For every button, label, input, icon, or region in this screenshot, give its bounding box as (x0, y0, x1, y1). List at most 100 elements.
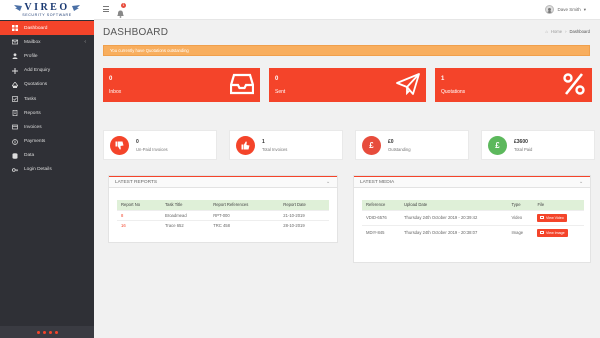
media-type: Video (507, 209, 534, 225)
main-content: DASHBOARD ⌂ Home › Dashboard You current… (94, 20, 600, 338)
sidebar-item-label: Dashboard (24, 25, 48, 31)
breadcrumb-home[interactable]: Home (551, 29, 562, 34)
dashboard-icon (12, 25, 18, 32)
inbox-icon (230, 73, 254, 95)
unpaid-invoices-card[interactable]: 0 Un-Paid Invoices (103, 130, 217, 160)
sidebar-item-reports[interactable]: Reports (0, 106, 94, 120)
inbox-card[interactable]: 0 Inbox (103, 68, 260, 102)
report-date: 21-10-2019 (279, 209, 329, 220)
inbox-count: 0 (109, 76, 113, 82)
data-icon (12, 152, 18, 159)
table-row[interactable]: 16 Trace 652 TRC 458 28-10-2019 (117, 219, 329, 230)
footer-dot[interactable] (54, 330, 58, 334)
sidebar-item-payments[interactable]: Payments (0, 135, 94, 149)
sidebar-item-invoices[interactable]: Invoices (0, 120, 94, 134)
chevron-down-icon[interactable]: ⌄ (326, 179, 331, 185)
column-header[interactable]: Type (507, 200, 534, 210)
sidebar-item-label: Mailbox (24, 39, 41, 45)
wing-right-icon (71, 4, 80, 11)
reports-table: Report No Task Title Report References R… (117, 200, 329, 230)
top-bar: VIREO SECURITY SOFTWARE 1 Dave Smith ▾ (0, 0, 600, 20)
table-row: VDID-6576 Thursday 24th October 2019 - 2… (362, 209, 584, 225)
quotations-icon (12, 81, 18, 88)
column-header[interactable]: Upload Date (399, 200, 508, 210)
column-header[interactable]: Reference (362, 200, 400, 210)
sidebar-item-label: Profile (24, 53, 38, 59)
chevron-down-icon[interactable]: ⌄ (579, 179, 584, 185)
media-table: Reference Upload Date Type File VDID-657… (362, 200, 584, 240)
sidebar-item-add-enquiry[interactable]: Add Enquiry (0, 64, 94, 78)
brand-name: VIREO (24, 1, 70, 13)
sent-count: 0 (275, 76, 279, 82)
footer-dot[interactable] (36, 330, 40, 334)
view-image-button[interactable]: View Image (537, 228, 568, 237)
sidebar-item-quotations[interactable]: Quotations (0, 78, 94, 92)
total-paid-value: £3600 (514, 139, 528, 145)
thumbs-down-icon (110, 136, 129, 155)
sent-card[interactable]: 0 Sent (269, 68, 426, 102)
reports-icon (12, 110, 18, 117)
breadcrumb-current: Dashboard (569, 29, 591, 34)
breadcrumb-separator: › (565, 29, 567, 34)
brand-logo[interactable]: VIREO SECURITY SOFTWARE (0, 0, 94, 20)
paper-plane-icon (396, 73, 420, 95)
upload-date: Thursday 24th October 2019 - 20:38:07 (399, 224, 508, 240)
view-video-button[interactable]: View Video (537, 213, 567, 222)
home-icon[interactable]: ⌂ (545, 29, 548, 34)
sidebar: Dashboard Mailbox ‹ Profile Add Enquiry … (0, 20, 94, 338)
task-title: Trace 652 (161, 219, 210, 230)
column-header[interactable]: Report Date (279, 200, 329, 210)
total-paid-label: Total Paid (514, 147, 533, 152)
sidebar-item-label: Quotations (24, 82, 48, 88)
footer-dot[interactable] (42, 330, 46, 334)
tasks-icon (12, 96, 18, 102)
table-row[interactable]: 8 Broadmead RPT-000 21-10-2019 (117, 209, 329, 220)
total-invoices-card[interactable]: 1 Total Invoices (229, 130, 343, 160)
quotations-label: Quotations (441, 89, 466, 95)
sidebar-item-label: Invoices (24, 124, 42, 130)
image-icon (540, 231, 545, 235)
pound-icon: £ (362, 136, 381, 155)
total-invoices-value: 1 (262, 139, 265, 145)
sidebar-item-label: Tasks (24, 96, 37, 102)
quotations-count: 1 (441, 76, 445, 82)
table-row: MDIY-845 Thursday 24th October 2019 - 20… (362, 224, 584, 240)
column-header[interactable]: Report References (209, 200, 280, 210)
sidebar-item-data[interactable]: Data (0, 149, 94, 163)
quotations-card[interactable]: 1 Quotations (435, 68, 592, 102)
total-invoices-label: Total Invoices (262, 147, 288, 152)
report-number-link[interactable]: 8 (117, 209, 162, 220)
report-reference: TRC 458 (209, 219, 280, 230)
menu-toggle-icon[interactable] (103, 6, 109, 12)
column-header[interactable]: Report No (117, 200, 162, 210)
pound-icon: £ (488, 136, 507, 155)
payments-icon (12, 138, 18, 145)
notification-count-badge: 1 (121, 3, 126, 8)
notifications-button[interactable]: 1 (117, 3, 126, 18)
column-header[interactable]: File (533, 200, 584, 210)
total-paid-card[interactable]: £ £3600 Total Paid (481, 130, 595, 160)
sidebar-item-mailbox[interactable]: Mailbox ‹ (0, 35, 94, 49)
page-title: DASHBOARD (103, 27, 169, 38)
sidebar-item-tasks[interactable]: Tasks (0, 92, 94, 106)
outstanding-card[interactable]: £ £0 Outstanding (355, 130, 469, 160)
task-title: Broadmead (161, 209, 210, 220)
quotations-alert: You currently have Quotations outstandin… (103, 45, 590, 56)
chevron-down-icon: ▾ (583, 6, 586, 12)
user-icon (12, 53, 18, 60)
user-menu[interactable]: Dave Smith ▾ (545, 5, 586, 14)
media-type: Image (507, 224, 534, 240)
panel-header: LATEST REPORTS ⌄ (109, 176, 337, 188)
panel-header: LATEST MEDIA ⌄ (354, 176, 590, 188)
sidebar-item-dashboard[interactable]: Dashboard (0, 21, 94, 36)
outstanding-label: Outstanding (388, 147, 411, 152)
thumbs-up-icon (236, 136, 255, 155)
report-number-link[interactable]: 16 (117, 219, 162, 230)
sidebar-item-label: Data (24, 153, 35, 159)
sidebar-item-login-details[interactable]: Login Details (0, 163, 94, 177)
unpaid-invoices-label: Un-Paid Invoices (136, 147, 168, 152)
sidebar-item-profile[interactable]: Profile (0, 49, 94, 63)
footer-dot[interactable] (48, 330, 52, 334)
inbox-label: Inbox (109, 89, 122, 95)
column-header[interactable]: Task Title (161, 200, 210, 210)
